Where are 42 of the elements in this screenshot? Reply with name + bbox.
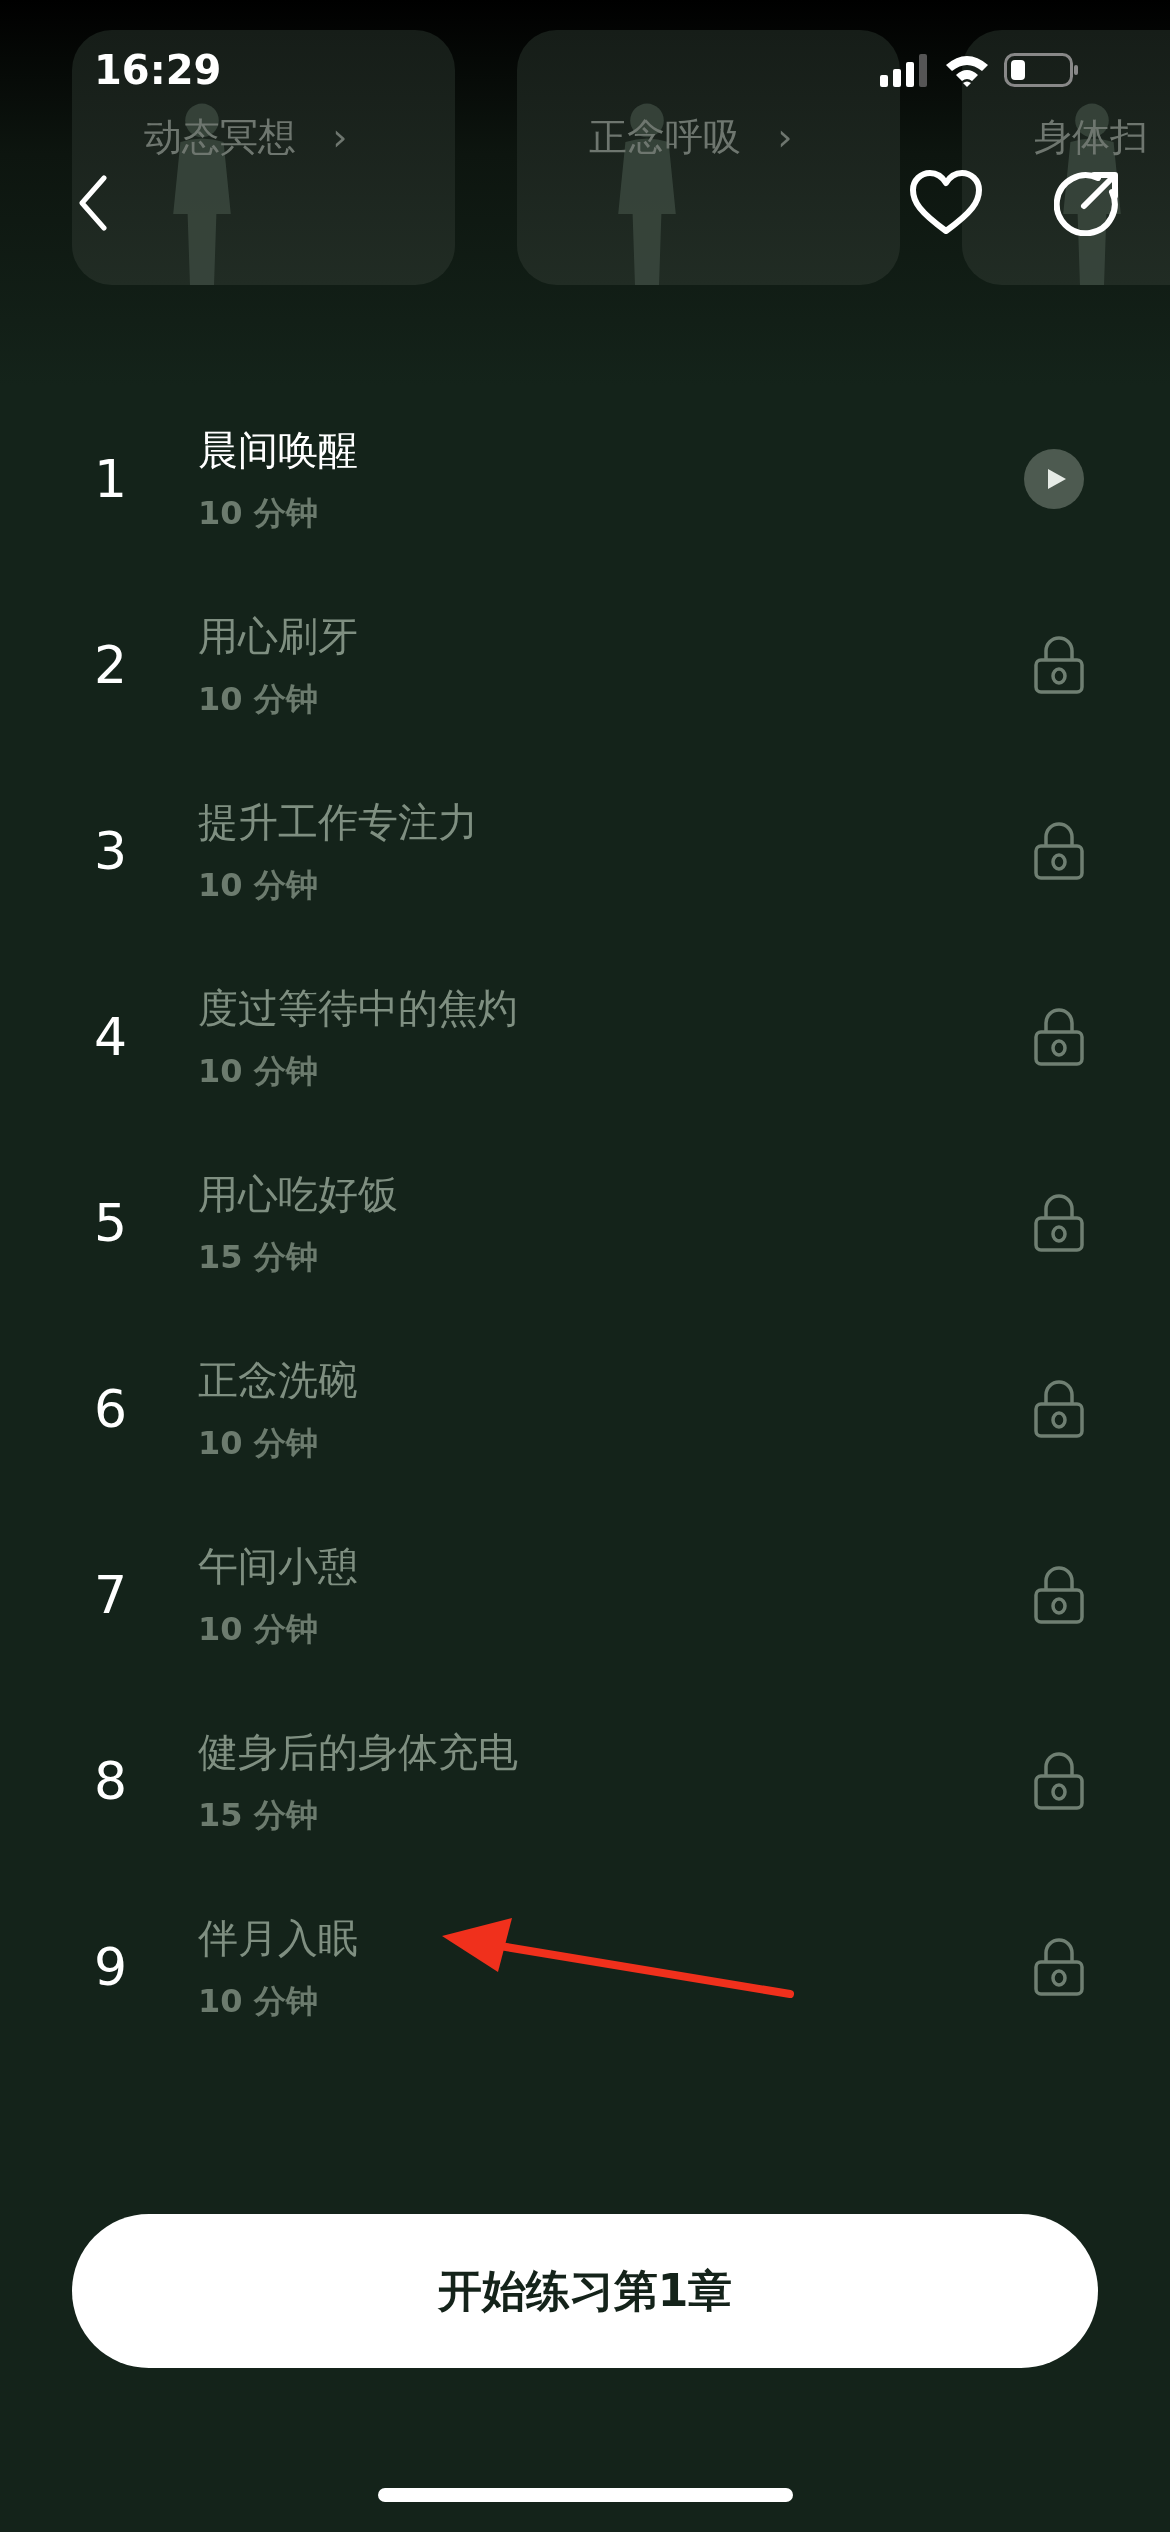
lesson-title[interactable]: 晨间唤醒 (198, 422, 1024, 478)
lesson-title[interactable]: 用心刷牙 (198, 608, 1034, 664)
lesson-title[interactable]: 正念洗碗 (198, 1352, 1034, 1408)
lesson-number: 3 (93, 821, 129, 881)
lesson-title[interactable]: 健身后的身体充电 (198, 1724, 1034, 1780)
lesson-number: 2 (93, 635, 129, 695)
lesson-title[interactable]: 伴月入眠 (198, 1910, 1034, 1966)
lesson-title[interactable]: 度过等待中的焦灼 (198, 980, 1034, 1036)
lesson-duration: 10 分钟 (198, 678, 319, 720)
lesson-number: 7 (93, 1565, 129, 1625)
status-time: 16:29 (94, 47, 222, 93)
lesson-duration: 10 分钟 (198, 1608, 319, 1650)
start-button[interactable]: 开始练习第1章 (72, 2214, 1098, 2368)
lesson-number: 8 (93, 1751, 129, 1811)
lesson-number: 6 (93, 1379, 129, 1439)
lesson-duration: 10 分钟 (198, 1422, 319, 1464)
lesson-title[interactable]: 用心吃好饭 (198, 1166, 1034, 1222)
lesson-duration: 10 分钟 (198, 864, 319, 906)
favorite-button[interactable] (910, 170, 982, 236)
wifi-icon (944, 53, 990, 87)
category-label: 身体扫 (1034, 114, 1148, 161)
lesson-number: 4 (93, 1007, 129, 1067)
lesson-duration: 15 分钟 (198, 1794, 319, 1836)
category-label: 动态冥想 › (144, 114, 348, 161)
play-button[interactable] (1024, 449, 1084, 509)
back-button[interactable] (78, 175, 108, 231)
category-card[interactable]: 正念呼吸 › (517, 30, 900, 285)
lesson-duration: 10 分钟 (198, 1050, 319, 1092)
category-label: 正念呼吸 › (589, 114, 793, 161)
lesson-duration: 10 分钟 (198, 492, 319, 534)
category-card[interactable]: 身体扫 (962, 30, 1170, 285)
lesson-title[interactable]: 午间小憩 (198, 1538, 1034, 1594)
lesson-title[interactable]: 提升工作专注力 (198, 794, 1034, 850)
battery-icon (1004, 53, 1078, 87)
lesson-number: 1 (93, 449, 129, 509)
lesson-number: 9 (93, 1937, 129, 1997)
lesson-number: 5 (93, 1193, 129, 1253)
share-button[interactable] (1054, 170, 1120, 236)
signal-icon (880, 53, 930, 87)
lesson-duration: 10 分钟 (198, 1980, 319, 2022)
lesson-duration: 15 分钟 (198, 1236, 319, 1278)
play-icon (1046, 467, 1068, 491)
